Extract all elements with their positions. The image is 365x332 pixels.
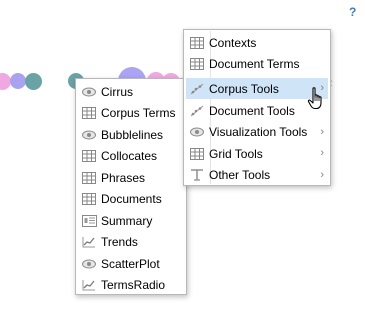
scatter-icon bbox=[189, 81, 205, 97]
menu-item-label: Phrases bbox=[101, 170, 146, 185]
menu-item-label: Collocates bbox=[101, 149, 158, 163]
term-dot bbox=[10, 73, 26, 89]
term-dot bbox=[25, 73, 42, 90]
chevron-right-icon: › bbox=[320, 168, 324, 181]
eye-icon bbox=[81, 84, 97, 100]
menu-item-label: Corpus Terms bbox=[101, 106, 176, 120]
menu-item-bubblelines[interactable]: Bubblelines bbox=[78, 124, 184, 145]
menu-item-visualization-tools[interactable]: Visualization Tools › bbox=[186, 122, 328, 143]
eye-icon bbox=[81, 256, 97, 272]
grid-icon bbox=[189, 56, 205, 72]
menu-item-trends[interactable]: Trends bbox=[78, 232, 184, 253]
menu-item-summary[interactable]: Summary bbox=[78, 210, 184, 231]
menu-item-cirrus[interactable]: Cirrus bbox=[78, 81, 184, 102]
summary-icon bbox=[81, 213, 97, 229]
menu-item-corpus-terms[interactable]: Corpus Terms bbox=[78, 103, 184, 124]
menu-item-other-tools[interactable]: Other Tools › bbox=[186, 165, 328, 186]
text-tool-icon bbox=[189, 167, 205, 183]
menu-item-label: Bubblelines bbox=[101, 127, 164, 142]
line-chart-icon bbox=[81, 234, 97, 250]
menu-item-collocates[interactable]: Collocates bbox=[78, 146, 184, 167]
grid-icon bbox=[81, 148, 97, 164]
menu-item-label: Documents bbox=[101, 192, 162, 206]
chevron-right-icon: › bbox=[320, 125, 324, 138]
scatter-icon bbox=[189, 103, 205, 119]
menu-item-grid-tools[interactable]: Grid Tools › bbox=[186, 143, 328, 164]
menu-item-label: Trends bbox=[101, 235, 138, 249]
menu-item-label: Grid Tools bbox=[209, 146, 263, 161]
grid-icon bbox=[189, 146, 205, 162]
line-chart-icon bbox=[81, 277, 97, 293]
menu-item-documents[interactable]: Documents bbox=[78, 189, 184, 210]
grid-icon bbox=[81, 191, 97, 207]
grid-icon bbox=[81, 105, 97, 121]
eye-icon bbox=[81, 127, 97, 143]
menu-item-label: ScatterPlot bbox=[101, 256, 160, 271]
menu-item-label: Contexts bbox=[209, 35, 257, 50]
chevron-right-icon: › bbox=[320, 147, 324, 159]
grid-icon bbox=[189, 35, 205, 51]
menu-item-label: Other Tools bbox=[209, 168, 271, 182]
menu-item-label: Document Terms bbox=[209, 57, 300, 71]
menu-item-label: Corpus Tools bbox=[209, 81, 279, 96]
eye-icon bbox=[189, 124, 205, 140]
menu-item-termsradio[interactable]: TermsRadio bbox=[78, 275, 184, 296]
menu-item-label: Visualization Tools bbox=[209, 125, 308, 139]
hand-cursor-icon bbox=[307, 87, 327, 114]
menu-item-label: TermsRadio bbox=[101, 278, 166, 292]
grid-icon bbox=[81, 170, 97, 186]
menu-item-document-terms[interactable]: Document Terms bbox=[186, 54, 328, 75]
corpus-tools-submenu: Cirrus Corpus Terms Bubblelines Collocat… bbox=[75, 78, 187, 295]
menu-item-scatterplot[interactable]: ScatterPlot bbox=[78, 253, 184, 274]
menu-item-contexts[interactable]: Contexts bbox=[186, 32, 328, 53]
menu-item-label: Summary bbox=[101, 213, 153, 228]
help-button[interactable]: ? bbox=[349, 5, 356, 19]
menu-item-label: Cirrus bbox=[101, 84, 133, 99]
menu-item-phrases[interactable]: Phrases bbox=[78, 167, 184, 188]
menu-item-label: Document Tools bbox=[209, 103, 295, 118]
